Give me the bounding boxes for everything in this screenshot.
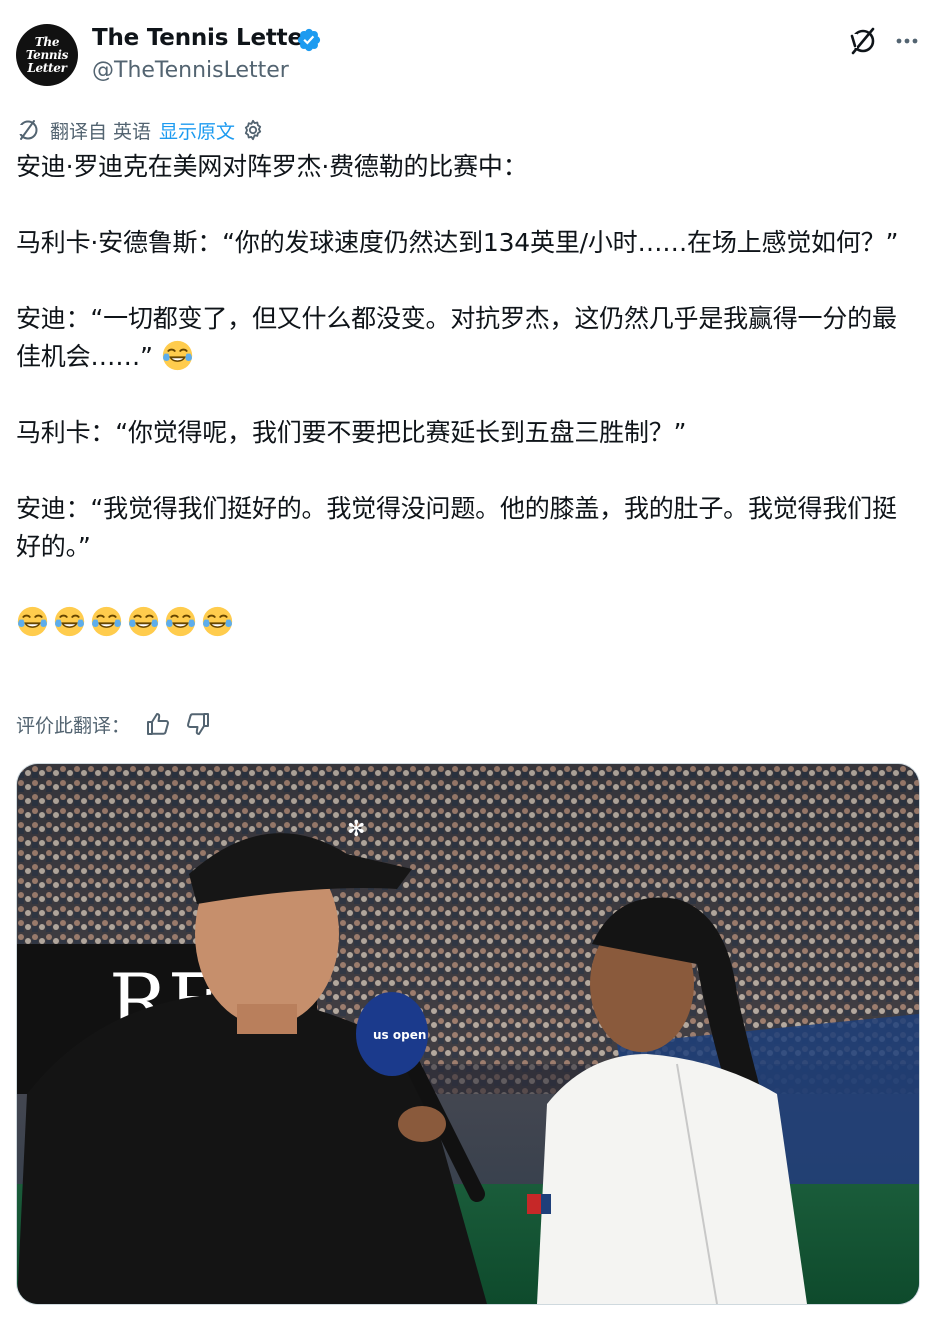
tweet-paragraph-2: 马利卡·安德鲁斯：“你的发球速度仍然达到134英里/小时……在场上感觉如何？” [16,228,899,257]
tweet-media-photo[interactable]: RF ✻ us open [16,763,920,1305]
source-language: 英语 [113,120,152,143]
rate-translation-bar: 评价此翻译： [16,708,224,740]
face-with-tears-of-joy-emoji [91,606,122,637]
face-with-tears-of-joy-emoji [162,340,192,371]
tweet-paragraph-3-text: 安迪：“一切都变了，但又什么都没变。对抗罗杰，这仍然几乎是我赢得一分的最佳机会…… [16,304,897,371]
interview-photo: RF ✻ us open [17,764,919,1304]
tweet-text: 安迪·罗迪克在美网对阵罗杰·费德勒的比赛中： 马利卡·安德鲁斯：“你的发球速度仍… [16,148,916,642]
face-with-tears-of-joy-emoji [17,606,48,637]
gear-icon[interactable] [241,118,265,142]
show-original-link[interactable]: 显示原文 [159,117,235,144]
author-avatar[interactable]: The Tennis Letter [16,24,78,86]
face-with-tears-of-joy-emoji [54,606,85,637]
mic-brand-text: us open [373,1028,426,1042]
face-with-tears-of-joy-emoji [202,606,233,637]
avatar-text-line-3: Letter [27,60,67,75]
tweet-paragraph-5: 安迪：“我觉得我们挺好的。我觉得没问题。他的膝盖，我的肚子。我觉得我们挺好的。” [16,494,897,561]
thumbs-up-icon[interactable] [144,710,172,738]
thumbs-down-icon[interactable] [184,710,212,738]
avatar-text-line-2: Tennis [25,47,69,62]
translate-icon [18,120,38,140]
emoji-row [16,604,916,642]
face-with-tears-of-joy-emoji [128,606,159,637]
tweet-paragraph-4: 马利卡：“你觉得呢，我们要不要把比赛延长到五盘三胜制？” [16,418,687,447]
author-display-name[interactable]: The Tennis Letter [92,25,314,51]
translated-from-label: 翻译自 [50,120,108,143]
tweet-paragraph-1: 安迪·罗迪克在美网对阵罗杰·费德勒的比赛中： [16,152,528,181]
translation-bar: 翻译自 英语 显示原文 [16,116,265,144]
tweet-header: The Tennis Letter The Tennis Letter @The… [0,0,938,100]
more-horizontal-icon[interactable] [890,24,924,58]
author-handle[interactable]: @TheTennisLetter [92,58,289,83]
grok-icon[interactable] [846,24,880,58]
verified-badge-icon [297,28,321,52]
svg-text:✻: ✻ [347,817,365,842]
rate-translation-label: 评价此翻译： [16,714,131,737]
tweet-paragraph-3: 安迪：“一切都变了，但又什么都没变。对抗罗杰，这仍然几乎是我赢得一分的最佳机会…… [16,300,916,376]
avatar-text-line-1: The [34,34,60,49]
face-with-tears-of-joy-emoji [165,606,196,637]
